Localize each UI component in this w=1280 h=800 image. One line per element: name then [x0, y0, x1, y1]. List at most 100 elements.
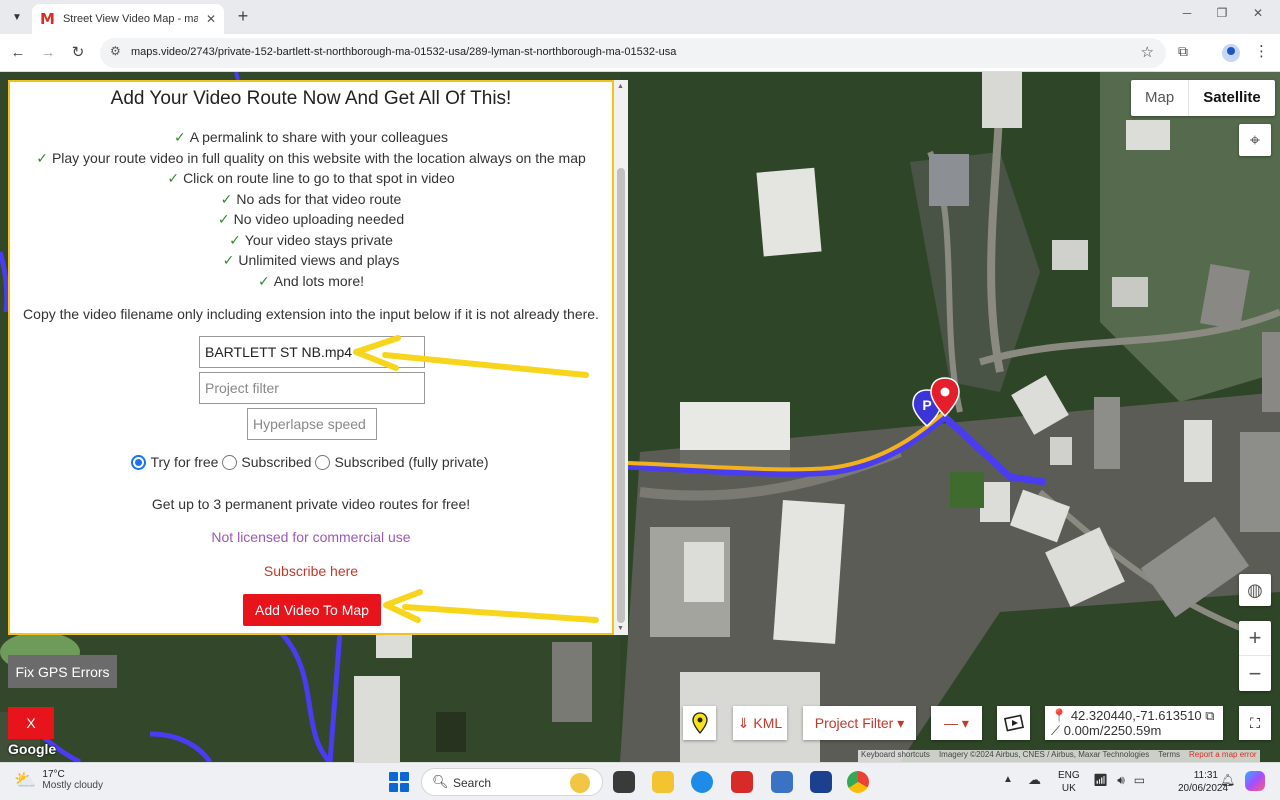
scrollbar-thumb[interactable]: [617, 168, 625, 623]
copilot-icon[interactable]: [1245, 771, 1265, 791]
extensions-icon[interactable]: ⧉: [1178, 43, 1188, 60]
onedrive-icon[interactable]: ☁: [1028, 772, 1041, 788]
url-text[interactable]: maps.video/2743/private-152-bartlett-st-…: [131, 46, 676, 58]
tab-search-button[interactable]: ▼: [6, 6, 28, 28]
report-map-error-link[interactable]: Report a map error: [1189, 750, 1257, 762]
fullscreen-button[interactable]: ⛶: [1239, 706, 1271, 740]
system-tray[interactable]: 📶︎ 🔊︎ ▭: [1093, 773, 1145, 788]
feature-item: ✓ Unlimited views and plays: [10, 250, 612, 271]
close-panel-button[interactable]: X: [8, 707, 54, 739]
radio-button[interactable]: [222, 454, 238, 470]
feature-text: Your video stays private: [244, 231, 393, 248]
map-type-toggle: Map Satellite: [1131, 80, 1275, 116]
panel-title: Add Your Video Route Now And Get All Of …: [110, 88, 512, 109]
restore-icon[interactable]: ❐: [1208, 6, 1236, 20]
bookmark-star-icon[interactable]: ☆: [1141, 43, 1154, 61]
fix-gps-errors-button[interactable]: Fix GPS Errors: [8, 655, 117, 688]
app-red-icon[interactable]: [731, 771, 753, 793]
search-highlight-icon: [570, 773, 590, 793]
coordinates-text: 42.320440,-71.613510: [1070, 708, 1202, 723]
wifi-icon: 📶︎: [1093, 773, 1109, 787]
chevron-down-icon: ▼: [12, 11, 22, 23]
new-tab-button[interactable]: +: [232, 6, 254, 27]
close-window-icon[interactable]: ✕: [1244, 6, 1272, 20]
chrome-browser-icon[interactable]: [847, 771, 869, 793]
video-filename-input[interactable]: [199, 336, 425, 368]
search-icon: 🔍︎: [432, 774, 449, 789]
feature-item: ✓ And lots more!: [10, 271, 612, 292]
app-s-icon[interactable]: [771, 771, 793, 793]
globe-icon: ◍: [1247, 579, 1263, 600]
address-bar[interactable]: ⚙ maps.video/2743/private-152-bartlett-s…: [100, 38, 1166, 68]
feature-item: ✓ No ads for that video route: [10, 189, 612, 210]
project-filter-dropdown[interactable]: Project Filter ▾: [803, 706, 916, 740]
check-icon: ✓: [258, 272, 270, 289]
google-logo: Google: [8, 741, 57, 757]
check-icon: ✓: [220, 190, 233, 207]
globe-button[interactable]: ◍: [1239, 574, 1271, 606]
edge-browser-icon[interactable]: [691, 771, 713, 793]
feature-text: No video uploading needed: [233, 211, 405, 227]
feature-item: ✓ A permalink to share with your colleagu…: [10, 127, 612, 148]
play-video-button[interactable]: [997, 706, 1030, 740]
start-button[interactable]: [389, 772, 409, 792]
radio-button[interactable]: [315, 454, 331, 470]
hyperlapse-speed-input[interactable]: [247, 408, 377, 440]
zoom-in-button[interactable]: +: [1239, 621, 1271, 656]
location-pin-icon: 📍: [1051, 708, 1068, 723]
keyboard-shortcuts-link[interactable]: Keyboard shortcuts: [861, 750, 930, 762]
weather-widget[interactable]: ⛅ 17°C Mostly cloudy: [14, 769, 103, 791]
radio-subscribed[interactable]: Subscribed: [222, 454, 311, 470]
reload-icon[interactable]: ↻: [68, 43, 88, 63]
zoom-out-button[interactable]: −: [1239, 656, 1271, 691]
tray-chevron-icon[interactable]: ▲: [1003, 774, 1013, 785]
browser-tab[interactable]: M Street View Video Map - maps.video ✕: [32, 4, 224, 34]
subscribe-link[interactable]: Subscribe here: [10, 563, 612, 579]
panel-scrollbar[interactable]: ▲ ▼: [614, 80, 628, 635]
close-tab-icon[interactable]: ✕: [206, 12, 216, 26]
video-play-icon: [1003, 714, 1024, 732]
site-info-icon[interactable]: ⚙: [110, 44, 121, 58]
radio-subscribed-private[interactable]: Subscribed (fully private): [315, 454, 489, 470]
windows-logo-icon: [400, 783, 409, 792]
scroll-down-icon[interactable]: ▼: [617, 625, 624, 632]
pin-marker-button[interactable]: [683, 706, 716, 740]
plan-radio-group: Try for free Subscribed Subscribed (full…: [10, 454, 612, 470]
check-icon: ✓: [217, 211, 230, 227]
radio-button-checked[interactable]: [131, 454, 147, 470]
imagery-credit: Imagery ©2024 Airbus, CNES / Airbus, Max…: [938, 750, 1150, 759]
clock[interactable]: 11:31 20/06/2024: [1178, 769, 1229, 795]
download-kml-button[interactable]: ⇓ KML: [733, 706, 787, 740]
my-location-button[interactable]: ⌖: [1239, 124, 1271, 156]
profile-avatar[interactable]: [1222, 44, 1240, 62]
file-explorer-icon[interactable]: [652, 771, 674, 793]
license-link[interactable]: Not licensed for commercial use: [10, 529, 612, 545]
add-video-to-map-button[interactable]: Add Video To Map: [243, 594, 381, 626]
task-view-icon[interactable]: [613, 771, 635, 793]
partly-cloudy-icon: ⛅: [14, 769, 37, 790]
map-type-map-button[interactable]: Map: [1131, 80, 1188, 116]
notification-bell-icon[interactable]: 🔔︎: [1220, 773, 1235, 787]
crosshair-icon: ⌖: [1249, 129, 1261, 150]
terms-link[interactable]: Terms: [1158, 750, 1180, 762]
radio-try-for-free[interactable]: Try for free: [131, 454, 218, 470]
back-arrow-icon[interactable]: ←: [8, 43, 28, 63]
radio-label: Try for free: [150, 454, 219, 470]
clock-date: 20/06/2024: [1178, 783, 1229, 794]
menu-kebab-icon[interactable]: ⋮: [1254, 42, 1269, 60]
project-filter-input[interactable]: [199, 372, 425, 404]
forward-arrow-icon[interactable]: →: [38, 43, 58, 63]
line-style-dropdown[interactable]: — ▾: [931, 706, 982, 740]
map-attribution: Keyboard shortcuts Imagery ©2024 Airbus,…: [858, 750, 1260, 762]
taskbar-search[interactable]: 🔍︎ Search: [421, 768, 603, 796]
copy-icon[interactable]: ⧉: [1205, 708, 1214, 723]
map-type-satellite-button[interactable]: Satellite: [1188, 80, 1275, 116]
windows-logo-icon: [389, 772, 398, 781]
feature-text: Play your route video in full quality on…: [51, 149, 586, 166]
radio-label: Subscribed (fully private): [334, 454, 489, 470]
scroll-up-icon[interactable]: ▲: [617, 83, 624, 90]
media-player-icon[interactable]: [810, 771, 832, 793]
minimize-icon[interactable]: ─: [1173, 6, 1201, 20]
filename-instruction: Copy the video filename only including e…: [23, 306, 599, 322]
language-indicator[interactable]: ENG UK: [1058, 769, 1080, 795]
